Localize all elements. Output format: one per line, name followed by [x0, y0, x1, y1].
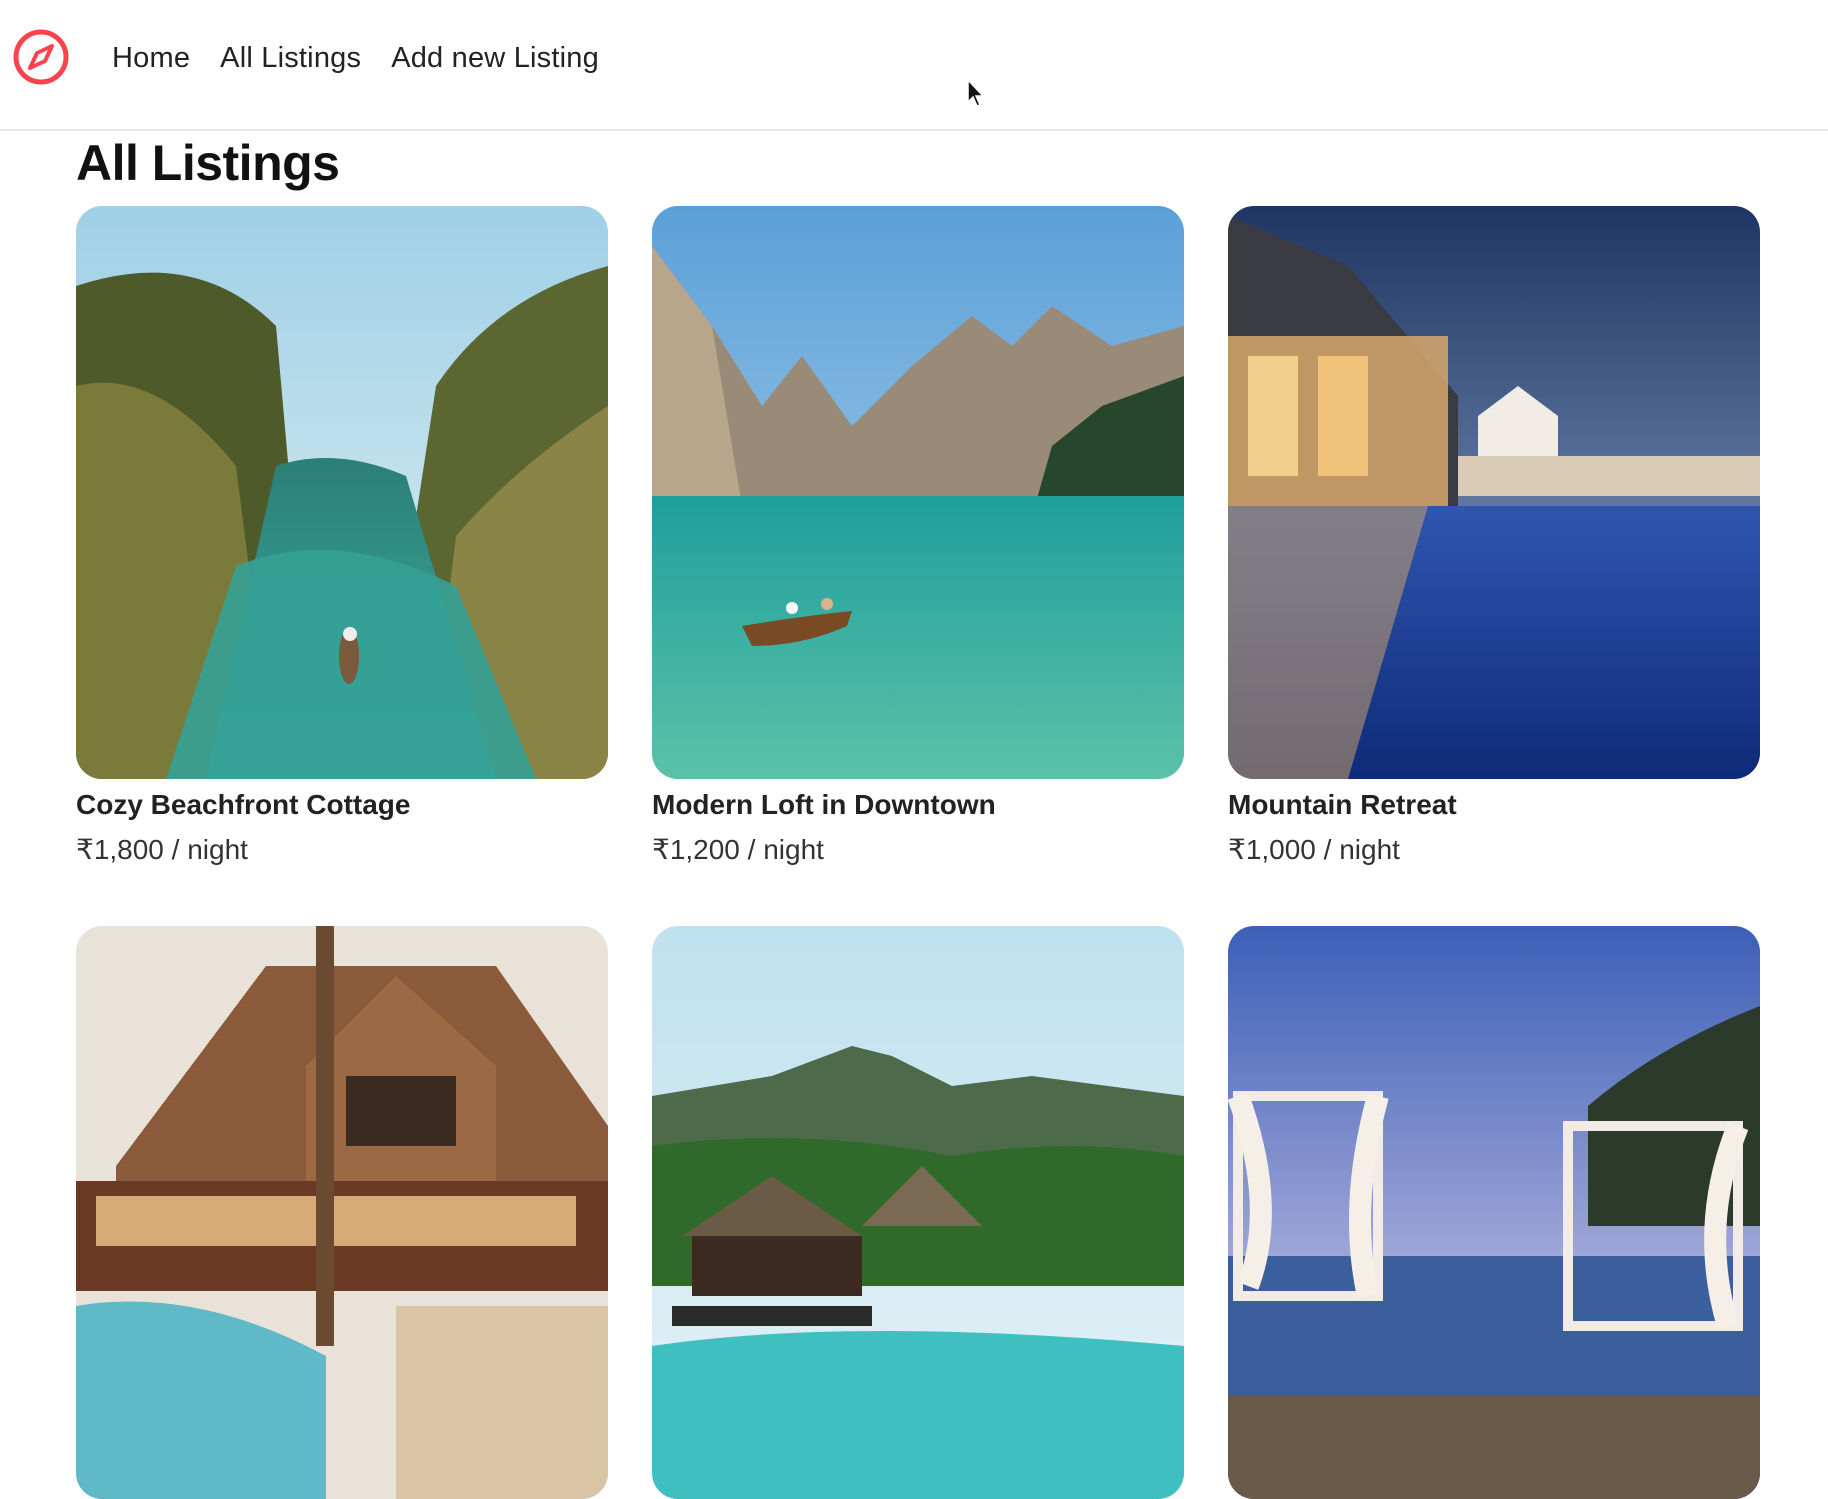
nav-link-home[interactable]: Home: [112, 42, 190, 75]
listing-title[interactable]: Modern Loft in Downtown: [652, 789, 1184, 821]
listing-title[interactable]: Cozy Beachfront Cottage: [76, 789, 608, 821]
listing-card[interactable]: Modern Loft in Downtown ₹1,200 / night: [652, 206, 1184, 866]
listing-image-wooden-lodge[interactable]: [76, 926, 608, 1499]
listing-title[interactable]: Mountain Retreat: [1228, 789, 1760, 821]
nav-link-add-new-listing[interactable]: Add new Listing: [391, 42, 599, 75]
navbar: Home All Listings Add new Listing: [0, 0, 1828, 131]
nav-link-all-listings[interactable]: All Listings: [220, 42, 361, 75]
listing-card[interactable]: [652, 926, 1184, 1499]
listing-price: ₹1,000 / night: [1228, 834, 1400, 865]
listing-price: ₹1,200 / night: [652, 834, 824, 865]
mouse-pointer-icon: [967, 78, 985, 107]
listing-image-tropical-resort[interactable]: [652, 926, 1184, 1499]
page-title: All Listings: [76, 135, 340, 191]
listing-card[interactable]: [1228, 926, 1760, 1499]
listing-card[interactable]: Cozy Beachfront Cottage ₹1,800 / night: [76, 206, 608, 866]
listing-image-resort-pool[interactable]: [1228, 206, 1760, 779]
nav-links: Home All Listings Add new Listing: [112, 42, 599, 75]
listing-price: ₹1,800 / night: [76, 834, 248, 865]
listing-card[interactable]: Mountain Retreat ₹1,000 / night: [1228, 206, 1760, 866]
listing-image-mountain-lake[interactable]: [652, 206, 1184, 779]
listing-image-infinity-pool-cabanas[interactable]: [1228, 926, 1760, 1499]
listing-card[interactable]: [76, 926, 608, 1499]
compass-logo-icon[interactable]: [12, 28, 70, 86]
listing-image-tropical-river[interactable]: [76, 206, 608, 779]
